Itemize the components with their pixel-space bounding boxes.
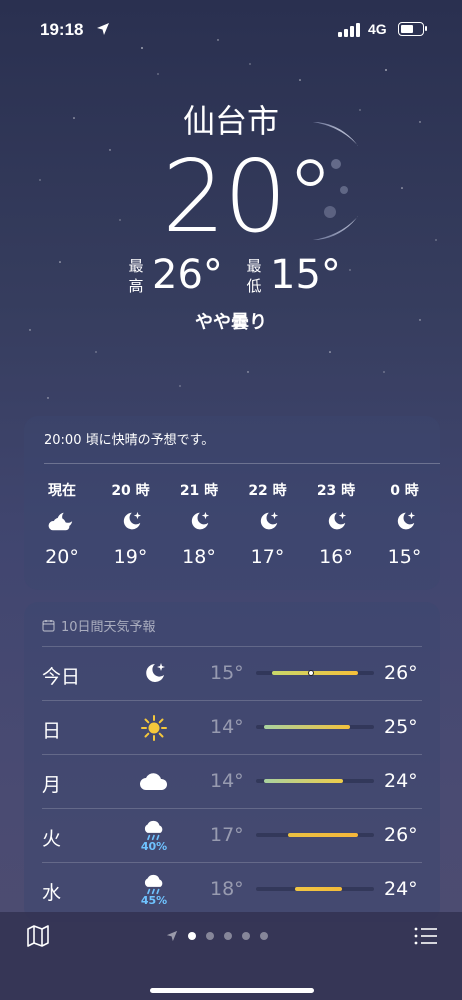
hourly-item: 20 時 19° — [97, 480, 165, 568]
hour-temperature: 18° — [182, 546, 216, 568]
hour-label: 22 時 — [248, 483, 287, 499]
page-dot[interactable] — [242, 932, 250, 940]
clear-night-icon — [165, 502, 233, 542]
hourly-item: 23 時 16° — [302, 480, 370, 568]
battery-icon — [398, 22, 427, 36]
daily-row[interactable]: 月 14° 24° — [24, 754, 440, 808]
map-icon[interactable] — [26, 924, 50, 948]
temperature-range-bar — [295, 887, 343, 891]
temperature-range-track — [256, 670, 374, 676]
day-name: 今日 — [42, 666, 81, 688]
temperature-range-bar — [271, 671, 359, 675]
day-name: 火 — [42, 828, 62, 850]
hour-temperature: 20° — [45, 546, 79, 568]
clear-night-icon — [234, 502, 302, 542]
current-condition: やや曇り — [195, 312, 267, 333]
daily-row[interactable]: 今日 15° 26° — [24, 646, 440, 700]
row-divider — [42, 808, 422, 809]
temperature-range-track — [256, 779, 374, 783]
day-name: 日 — [42, 720, 62, 742]
hour-label: 21 時 — [179, 483, 219, 499]
day-low: 14° — [210, 770, 244, 792]
row-divider — [42, 700, 422, 701]
city-name: 仙台市 — [182, 102, 279, 140]
temperature-range-bar — [287, 833, 359, 837]
hourly-item: 0 時 15° — [371, 480, 439, 568]
daily-row[interactable]: 水 45% 18° 24° — [24, 862, 440, 916]
page-dot[interactable] — [224, 932, 232, 940]
network-type: 4G — [368, 21, 387, 37]
hour-temperature: 17° — [250, 546, 285, 568]
day-name: 月 — [42, 774, 62, 796]
low-label: 最低 — [246, 257, 262, 295]
page-indicator[interactable] — [166, 930, 268, 942]
ten-day-forecast-card[interactable]: 10日間天気予報 今日 15° 26° 日 14° 25° 月 14° 24° 火 40% 17° 26… — [24, 602, 440, 922]
cellular-signal-icon — [338, 23, 360, 37]
daily-row[interactable]: 火 40% 17° 26° — [24, 808, 440, 862]
hour-label: 現在 — [48, 483, 76, 499]
list-icon[interactable] — [414, 926, 438, 946]
hourly-item: 21 時 18° — [165, 480, 233, 568]
temperature-range-track — [256, 887, 374, 891]
location-arrow-icon — [97, 23, 109, 35]
day-high: 26° — [384, 824, 418, 846]
partly-cloudy-night-icon — [28, 502, 96, 542]
day-high: 26° — [384, 662, 418, 684]
page-dot[interactable] — [206, 932, 214, 940]
cloud-icon — [132, 762, 176, 802]
day-low: 14° — [210, 716, 244, 738]
hourly-forecast-card[interactable]: 20:00 頃に快晴の予想です。 現在 20° 20 時 19° 21 時 18° 22 時… — [24, 416, 440, 590]
hourly-item: 現在 20° — [28, 480, 96, 568]
hour-temperature: 16° — [319, 546, 353, 568]
clear-night-icon — [97, 502, 165, 542]
divider — [44, 463, 440, 464]
precipitation-chance: 45% — [140, 893, 168, 907]
home-indicator[interactable] — [150, 988, 314, 993]
row-divider — [42, 646, 422, 647]
page-dot[interactable] — [260, 932, 268, 940]
clear-night-icon — [371, 502, 439, 542]
ten-day-title: 10日間天気予報 — [61, 620, 156, 635]
hour-label: 20 時 — [111, 483, 150, 499]
ten-day-header: 10日間天気予報 — [42, 616, 156, 635]
high-temperature: 26° — [152, 252, 223, 298]
status-bar: 19:18 4G — [0, 0, 462, 60]
temperature-range-bar — [263, 779, 343, 783]
hour-temperature: 15° — [387, 546, 422, 568]
bottom-toolbar — [0, 912, 462, 1000]
current-temp-marker — [308, 670, 315, 676]
hour-temperature: 19° — [113, 546, 148, 568]
clear-night-icon — [302, 502, 370, 542]
page-dot[interactable] — [188, 932, 196, 940]
row-divider — [42, 754, 422, 755]
forecast-summary: 20:00 頃に快晴の予想です。 — [44, 433, 215, 448]
hour-label: 23 時 — [316, 483, 356, 499]
rain-cloud-icon: 40% — [132, 816, 176, 856]
temperature-range-track — [256, 725, 374, 729]
day-low: 17° — [210, 824, 244, 846]
day-high: 24° — [384, 878, 418, 900]
precipitation-chance: 40% — [140, 839, 168, 853]
rain-cloud-icon: 45% — [132, 870, 176, 910]
current-temperature: 20° — [162, 138, 335, 255]
daily-row[interactable]: 日 14° 25° — [24, 700, 440, 754]
temperature-range-bar — [263, 725, 351, 729]
day-low: 15° — [210, 662, 244, 684]
hourly-item: 22 時 17° — [234, 480, 302, 568]
sun-icon — [132, 708, 176, 748]
hour-label: 0 時 — [390, 483, 419, 499]
status-time: 19:18 — [40, 20, 84, 39]
current-location-arrow-icon — [166, 930, 178, 942]
day-high: 25° — [384, 716, 418, 738]
clear-night-icon — [132, 654, 176, 694]
day-name: 水 — [42, 882, 62, 904]
low-temperature: 15° — [270, 252, 341, 298]
temperature-range-track — [256, 833, 374, 837]
calendar-icon — [42, 620, 55, 632]
day-high: 24° — [384, 770, 418, 792]
day-low: 18° — [210, 878, 244, 900]
row-divider — [42, 862, 422, 863]
high-label: 最高 — [128, 257, 144, 295]
